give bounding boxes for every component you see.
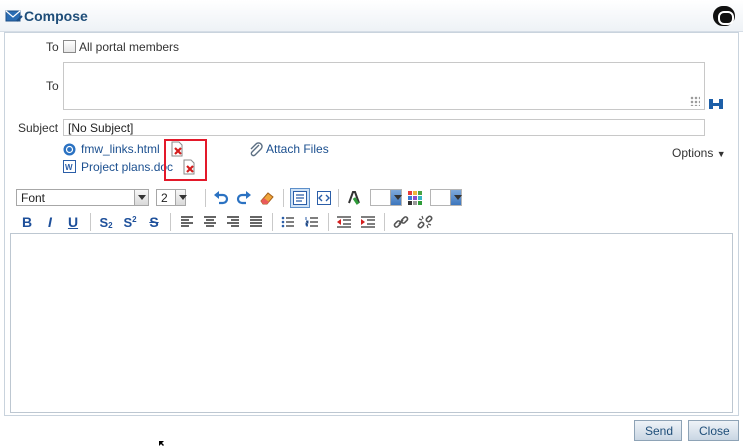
chevron-down-icon xyxy=(175,190,187,205)
chevron-down-icon: ▼ xyxy=(716,149,726,159)
numbered-list-button[interactable] xyxy=(302,212,322,232)
compose-mail-icon xyxy=(5,10,23,22)
toolbar-divider xyxy=(205,189,206,207)
send-button[interactable]: Send xyxy=(634,420,682,441)
to-recipients-field[interactable] xyxy=(63,62,705,110)
font-select-value: Font xyxy=(21,191,46,205)
align-left-icon xyxy=(181,216,193,227)
toolbar-divider xyxy=(170,213,171,231)
toolbar-divider xyxy=(272,213,273,231)
remove-link-button[interactable] xyxy=(415,212,435,232)
undo-icon xyxy=(214,191,229,205)
justify-button[interactable] xyxy=(246,212,266,232)
paperclip-icon xyxy=(250,142,263,157)
subscript-button[interactable]: S2 xyxy=(96,212,116,232)
chevron-down-icon xyxy=(450,190,462,205)
attach-files-link[interactable]: Attach Files xyxy=(266,142,329,156)
dialog-titlebar: Compose xyxy=(0,0,743,32)
indent-icon xyxy=(361,216,375,228)
all-portal-members-checkbox[interactable] xyxy=(63,40,76,53)
resize-grip-icon[interactable] xyxy=(690,96,700,106)
undo-button[interactable] xyxy=(211,188,231,208)
dialog-title: Compose xyxy=(24,8,88,24)
align-right-icon xyxy=(227,216,239,227)
font-size-value: 2 xyxy=(161,191,168,205)
justify-icon xyxy=(250,216,262,227)
to-label: To xyxy=(46,40,59,54)
superscript-button[interactable]: S2 xyxy=(120,212,140,232)
mouse-cursor-icon xyxy=(159,441,164,446)
text-color-button[interactable] xyxy=(344,188,364,208)
message-body-editor[interactable] xyxy=(10,233,733,413)
toolbar-divider xyxy=(328,213,329,231)
subject-input[interactable]: [No Subject] xyxy=(63,119,705,136)
font-select[interactable]: Font xyxy=(16,189,149,206)
attachment-link[interactable]: fmw_links.html xyxy=(81,142,160,156)
toolbar-divider xyxy=(90,213,91,231)
align-left-button[interactable] xyxy=(177,212,197,232)
source-code-button[interactable] xyxy=(314,188,334,208)
outdent-icon xyxy=(337,216,351,228)
align-center-icon xyxy=(204,216,216,227)
insert-link-button[interactable] xyxy=(391,212,411,232)
background-color-icon xyxy=(408,191,422,205)
bullet-list-button[interactable] xyxy=(278,212,298,232)
code-view-icon xyxy=(317,191,331,205)
word-doc-icon: W xyxy=(63,160,76,173)
options-menu[interactable]: Options ▼ xyxy=(672,146,726,160)
options-label: Options xyxy=(672,146,714,160)
toolbar-divider xyxy=(283,189,284,207)
html-file-icon xyxy=(63,143,76,156)
background-color-select[interactable] xyxy=(430,189,462,206)
eraser-icon xyxy=(260,192,274,205)
toolbar-divider xyxy=(338,189,339,207)
clear-formatting-button[interactable] xyxy=(257,188,277,208)
outdent-button[interactable] xyxy=(334,212,354,232)
bold-button[interactable]: B xyxy=(17,212,37,232)
dialog-close-icon[interactable] xyxy=(713,6,735,26)
redo-icon xyxy=(236,191,251,205)
align-right-button[interactable] xyxy=(223,212,243,232)
address-book-icon[interactable] xyxy=(708,97,724,111)
all-portal-members-label: All portal members xyxy=(79,40,180,54)
indent-button[interactable] xyxy=(358,212,378,232)
rich-text-icon xyxy=(293,191,307,205)
numbered-list-icon xyxy=(305,217,318,227)
bullet-list-icon xyxy=(281,216,294,228)
text-color-select[interactable] xyxy=(370,189,402,206)
align-center-button[interactable] xyxy=(200,212,220,232)
background-color-button[interactable] xyxy=(405,188,425,208)
highlight-box xyxy=(164,139,207,181)
italic-button[interactable]: I xyxy=(40,212,60,232)
close-button[interactable]: Close xyxy=(688,420,739,441)
rich-text-mode-button[interactable] xyxy=(290,188,310,208)
link-icon xyxy=(393,216,409,228)
unlink-icon xyxy=(417,215,433,229)
redo-button[interactable] xyxy=(234,188,254,208)
svg-text:W: W xyxy=(65,163,73,172)
chevron-down-icon xyxy=(390,190,402,205)
underline-button[interactable]: U xyxy=(63,212,83,232)
strikethrough-button[interactable]: S xyxy=(144,212,164,232)
to-field-label: To xyxy=(46,79,59,93)
subject-label: Subject xyxy=(18,121,59,135)
attachment-link[interactable]: Project plans.doc xyxy=(81,160,173,174)
toolbar-divider xyxy=(384,213,385,231)
font-size-select[interactable]: 2 xyxy=(156,189,187,206)
text-color-icon xyxy=(348,191,360,205)
chevron-down-icon xyxy=(134,190,148,205)
